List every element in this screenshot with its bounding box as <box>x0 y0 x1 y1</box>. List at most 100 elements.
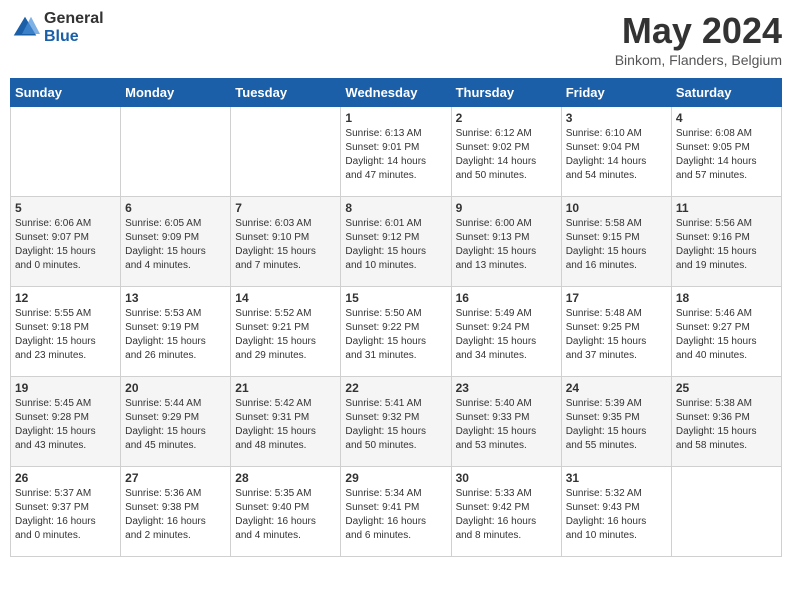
calendar-header-row: SundayMondayTuesdayWednesdayThursdayFrid… <box>11 79 782 107</box>
day-number: 7 <box>235 201 336 215</box>
calendar-cell <box>671 467 781 557</box>
logo-general: General <box>44 10 104 28</box>
calendar-cell: 6 Sunrise: 6:05 AM Sunset: 9:09 PM Daylig… <box>121 197 231 287</box>
day-number: 31 <box>566 471 667 485</box>
calendar-cell: 24 Sunrise: 5:39 AM Sunset: 9:35 PM Dayli… <box>561 377 671 467</box>
calendar-cell: 1 Sunrise: 6:13 AM Sunset: 9:01 PM Daylig… <box>341 107 451 197</box>
calendar-day-header: Friday <box>561 79 671 107</box>
logo-icon <box>10 13 40 43</box>
day-info: Sunrise: 6:06 AM Sunset: 9:07 PM Dayligh… <box>15 217 116 273</box>
day-info: Sunrise: 6:13 AM Sunset: 9:01 PM Dayligh… <box>345 127 446 183</box>
calendar-cell <box>231 107 341 197</box>
logo: General Blue <box>10 10 104 45</box>
calendar-cell: 4 Sunrise: 6:08 AM Sunset: 9:05 PM Daylig… <box>671 107 781 197</box>
day-info: Sunrise: 5:48 AM Sunset: 9:25 PM Dayligh… <box>566 307 667 363</box>
day-info: Sunrise: 5:35 AM Sunset: 9:40 PM Dayligh… <box>235 487 336 543</box>
day-number: 1 <box>345 111 446 125</box>
calendar-cell: 21 Sunrise: 5:42 AM Sunset: 9:31 PM Dayli… <box>231 377 341 467</box>
day-number: 14 <box>235 291 336 305</box>
day-number: 28 <box>235 471 336 485</box>
day-number: 24 <box>566 381 667 395</box>
location: Binkom, Flanders, Belgium <box>615 52 782 68</box>
calendar-cell: 14Sunrise: 5:52 AM Sunset: 9:21 PM Dayli… <box>231 287 341 377</box>
day-info: Sunrise: 5:33 AM Sunset: 9:42 PM Dayligh… <box>456 487 557 543</box>
calendar-cell: 16 Sunrise: 5:49 AM Sunset: 9:24 PM Dayli… <box>451 287 561 377</box>
day-number: 29 <box>345 471 446 485</box>
calendar-cell: 26Sunrise: 5:37 AM Sunset: 9:37 PM Dayli… <box>11 467 121 557</box>
day-number: 26 <box>15 471 116 485</box>
day-number: 15 <box>345 291 446 305</box>
page-header: General Blue May 2024 Binkom, Flanders, … <box>10 10 782 68</box>
day-info: Sunrise: 5:53 AM Sunset: 9:19 PM Dayligh… <box>125 307 226 363</box>
calendar-cell: 22Sunrise: 5:41 AM Sunset: 9:32 PM Dayli… <box>341 377 451 467</box>
day-number: 8 <box>345 201 446 215</box>
day-number: 19 <box>15 381 116 395</box>
calendar-cell <box>121 107 231 197</box>
day-number: 12 <box>15 291 116 305</box>
calendar-cell: 5 Sunrise: 6:06 AM Sunset: 9:07 PM Daylig… <box>11 197 121 287</box>
calendar-table: SundayMondayTuesdayWednesdayThursdayFrid… <box>10 78 782 557</box>
calendar-cell: 29 Sunrise: 5:34 AM Sunset: 9:41 PM Dayli… <box>341 467 451 557</box>
day-number: 9 <box>456 201 557 215</box>
calendar-cell: 28 Sunrise: 5:35 AM Sunset: 9:40 PM Dayli… <box>231 467 341 557</box>
calendar-week-row: 1 Sunrise: 6:13 AM Sunset: 9:01 PM Daylig… <box>11 107 782 197</box>
title-area: May 2024 Binkom, Flanders, Belgium <box>615 10 782 68</box>
calendar-cell: 7 Sunrise: 6:03 AM Sunset: 9:10 PM Daylig… <box>231 197 341 287</box>
day-number: 16 <box>456 291 557 305</box>
calendar-cell: 19 Sunrise: 5:45 AM Sunset: 9:28 PM Dayli… <box>11 377 121 467</box>
day-number: 5 <box>15 201 116 215</box>
day-info: Sunrise: 6:00 AM Sunset: 9:13 PM Dayligh… <box>456 217 557 273</box>
calendar-day-header: Sunday <box>11 79 121 107</box>
day-info: Sunrise: 6:01 AM Sunset: 9:12 PM Dayligh… <box>345 217 446 273</box>
calendar-cell: 23Sunrise: 5:40 AM Sunset: 9:33 PM Dayli… <box>451 377 561 467</box>
day-info: Sunrise: 6:10 AM Sunset: 9:04 PM Dayligh… <box>566 127 667 183</box>
calendar-cell: 27 Sunrise: 5:36 AM Sunset: 9:38 PM Dayli… <box>121 467 231 557</box>
day-info: Sunrise: 5:45 AM Sunset: 9:28 PM Dayligh… <box>15 397 116 453</box>
day-info: Sunrise: 5:42 AM Sunset: 9:31 PM Dayligh… <box>235 397 336 453</box>
day-info: Sunrise: 5:36 AM Sunset: 9:38 PM Dayligh… <box>125 487 226 543</box>
calendar-week-row: 5 Sunrise: 6:06 AM Sunset: 9:07 PM Daylig… <box>11 197 782 287</box>
day-number: 27 <box>125 471 226 485</box>
calendar-cell: 11Sunrise: 5:56 AM Sunset: 9:16 PM Dayli… <box>671 197 781 287</box>
calendar-week-row: 26Sunrise: 5:37 AM Sunset: 9:37 PM Dayli… <box>11 467 782 557</box>
logo-blue: Blue <box>44 28 104 46</box>
day-number: 17 <box>566 291 667 305</box>
day-info: Sunrise: 6:12 AM Sunset: 9:02 PM Dayligh… <box>456 127 557 183</box>
day-number: 23 <box>456 381 557 395</box>
calendar-cell: 2Sunrise: 6:12 AM Sunset: 9:02 PM Daylig… <box>451 107 561 197</box>
calendar-cell <box>11 107 121 197</box>
day-info: Sunrise: 5:50 AM Sunset: 9:22 PM Dayligh… <box>345 307 446 363</box>
calendar-cell: 3 Sunrise: 6:10 AM Sunset: 9:04 PM Daylig… <box>561 107 671 197</box>
calendar-week-row: 19 Sunrise: 5:45 AM Sunset: 9:28 PM Dayli… <box>11 377 782 467</box>
day-number: 21 <box>235 381 336 395</box>
day-number: 6 <box>125 201 226 215</box>
calendar-cell: 12 Sunrise: 5:55 AM Sunset: 9:18 PM Dayli… <box>11 287 121 377</box>
day-info: Sunrise: 5:44 AM Sunset: 9:29 PM Dayligh… <box>125 397 226 453</box>
day-info: Sunrise: 5:38 AM Sunset: 9:36 PM Dayligh… <box>676 397 777 453</box>
calendar-day-header: Saturday <box>671 79 781 107</box>
calendar-day-header: Monday <box>121 79 231 107</box>
day-info: Sunrise: 5:39 AM Sunset: 9:35 PM Dayligh… <box>566 397 667 453</box>
day-number: 4 <box>676 111 777 125</box>
day-info: Sunrise: 5:34 AM Sunset: 9:41 PM Dayligh… <box>345 487 446 543</box>
calendar-day-header: Thursday <box>451 79 561 107</box>
day-info: Sunrise: 5:32 AM Sunset: 9:43 PM Dayligh… <box>566 487 667 543</box>
day-info: Sunrise: 5:49 AM Sunset: 9:24 PM Dayligh… <box>456 307 557 363</box>
calendar-cell: 15 Sunrise: 5:50 AM Sunset: 9:22 PM Dayli… <box>341 287 451 377</box>
calendar-cell: 17 Sunrise: 5:48 AM Sunset: 9:25 PM Dayli… <box>561 287 671 377</box>
calendar-cell: 9 Sunrise: 6:00 AM Sunset: 9:13 PM Daylig… <box>451 197 561 287</box>
day-info: Sunrise: 5:55 AM Sunset: 9:18 PM Dayligh… <box>15 307 116 363</box>
day-info: Sunrise: 5:56 AM Sunset: 9:16 PM Dayligh… <box>676 217 777 273</box>
day-info: Sunrise: 6:08 AM Sunset: 9:05 PM Dayligh… <box>676 127 777 183</box>
day-info: Sunrise: 6:03 AM Sunset: 9:10 PM Dayligh… <box>235 217 336 273</box>
calendar-cell: 25 Sunrise: 5:38 AM Sunset: 9:36 PM Dayli… <box>671 377 781 467</box>
calendar-cell: 8 Sunrise: 6:01 AM Sunset: 9:12 PM Daylig… <box>341 197 451 287</box>
calendar-cell: 18Sunrise: 5:46 AM Sunset: 9:27 PM Dayli… <box>671 287 781 377</box>
day-number: 20 <box>125 381 226 395</box>
day-number: 3 <box>566 111 667 125</box>
day-number: 25 <box>676 381 777 395</box>
day-info: Sunrise: 6:05 AM Sunset: 9:09 PM Dayligh… <box>125 217 226 273</box>
day-info: Sunrise: 5:41 AM Sunset: 9:32 PM Dayligh… <box>345 397 446 453</box>
logo-text: General Blue <box>44 10 104 45</box>
day-info: Sunrise: 5:46 AM Sunset: 9:27 PM Dayligh… <box>676 307 777 363</box>
